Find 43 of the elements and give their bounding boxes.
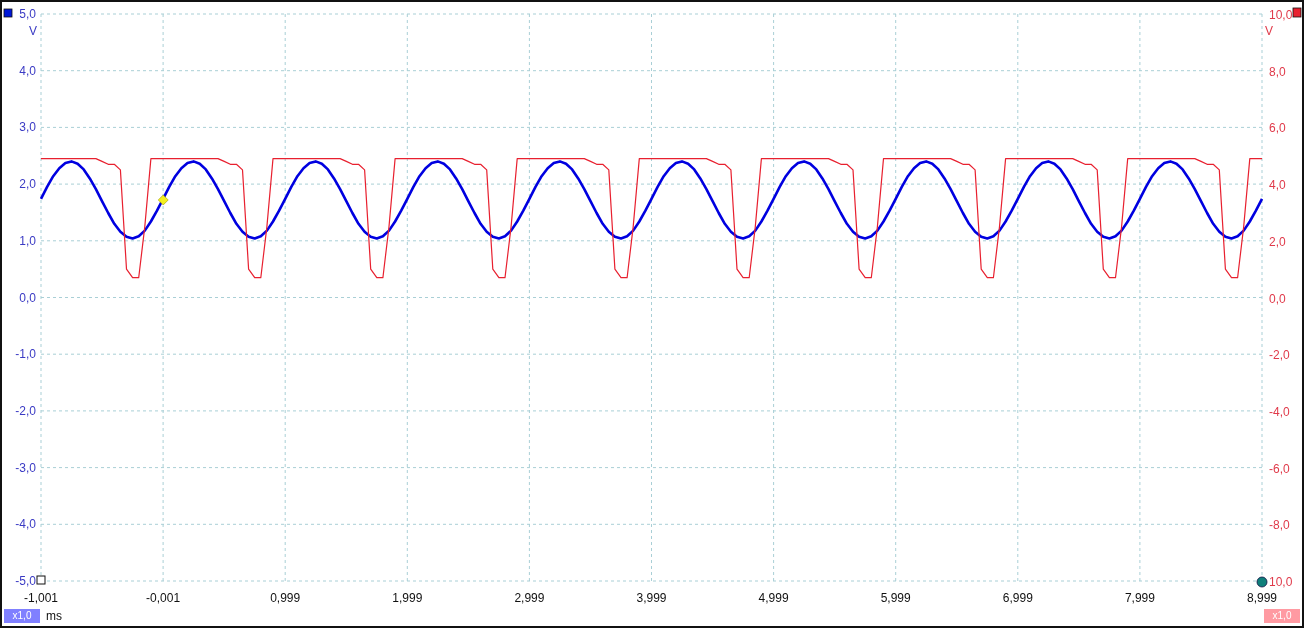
axis-tick-label: 3,999 (636, 591, 667, 605)
axis-unit-label: ms (46, 609, 62, 623)
axis-tick-label: 0,0 (1269, 291, 1286, 306)
square-marker-icon[interactable] (36, 575, 46, 585)
axis-tick-label: 5,999 (880, 591, 911, 605)
axis-tick-label: -5,0 (15, 574, 36, 588)
axis-tick-label: -1,0 (15, 347, 36, 362)
scale-badge: x1,0 (1264, 609, 1300, 623)
axis-tick-label: 3,0 (19, 120, 36, 135)
axis-tick-label: 6,999 (1002, 591, 1033, 605)
axis-tick-label: -2,0 (1269, 348, 1290, 363)
axis-tick-label: 5,0 (19, 7, 36, 21)
axis-unit-label: V (1265, 24, 1273, 38)
axis-tick-label: -6,0 (1269, 461, 1290, 476)
axis-tick-label: 10,0 (1269, 8, 1293, 22)
axis-tick-label: -0,001 (146, 591, 181, 605)
axis-tick-label: 6,0 (1269, 121, 1286, 136)
axis-tick-label: 4,0 (19, 63, 36, 78)
axis-tick-label: 2,0 (1269, 234, 1286, 249)
axis-tick-label: 4,0 (1269, 178, 1286, 193)
axis-tick-label: 2,0 (19, 177, 36, 192)
axis-tick-label: 0,0 (19, 290, 36, 305)
axis-tick-label: 4,999 (758, 591, 789, 605)
axis-tick-label: 8,999 (1247, 591, 1277, 605)
axis-tick-label: 0,999 (270, 591, 301, 605)
axis-tick-label: -2,0 (15, 403, 36, 418)
axis-tick-label: 7,999 (1124, 591, 1155, 605)
axis-tick-label: 2,999 (514, 591, 545, 605)
channel-marker-icon[interactable] (3, 8, 13, 18)
axis-tick-label: -4,0 (15, 517, 36, 532)
trigger-diamond-icon[interactable] (157, 194, 169, 206)
channel-marker-icon[interactable] (1292, 7, 1302, 18)
axis-tick-label: -4,0 (1269, 404, 1290, 419)
axis-tick-label: 1,0 (19, 233, 36, 248)
axis-tick-label: 10,0 (1269, 575, 1293, 589)
axis-tick-label: 1,999 (392, 591, 423, 605)
circle-marker-icon[interactable] (1256, 576, 1268, 588)
axis-unit-label: V (29, 24, 37, 38)
axis-tick-label: -3,0 (15, 460, 36, 475)
axis-tick-label: -8,0 (1269, 518, 1290, 533)
axis-tick-label: -1,001 (24, 591, 58, 605)
scale-badge: x1,0 (4, 609, 40, 623)
axis-tick-label: 8,0 (1269, 64, 1286, 79)
